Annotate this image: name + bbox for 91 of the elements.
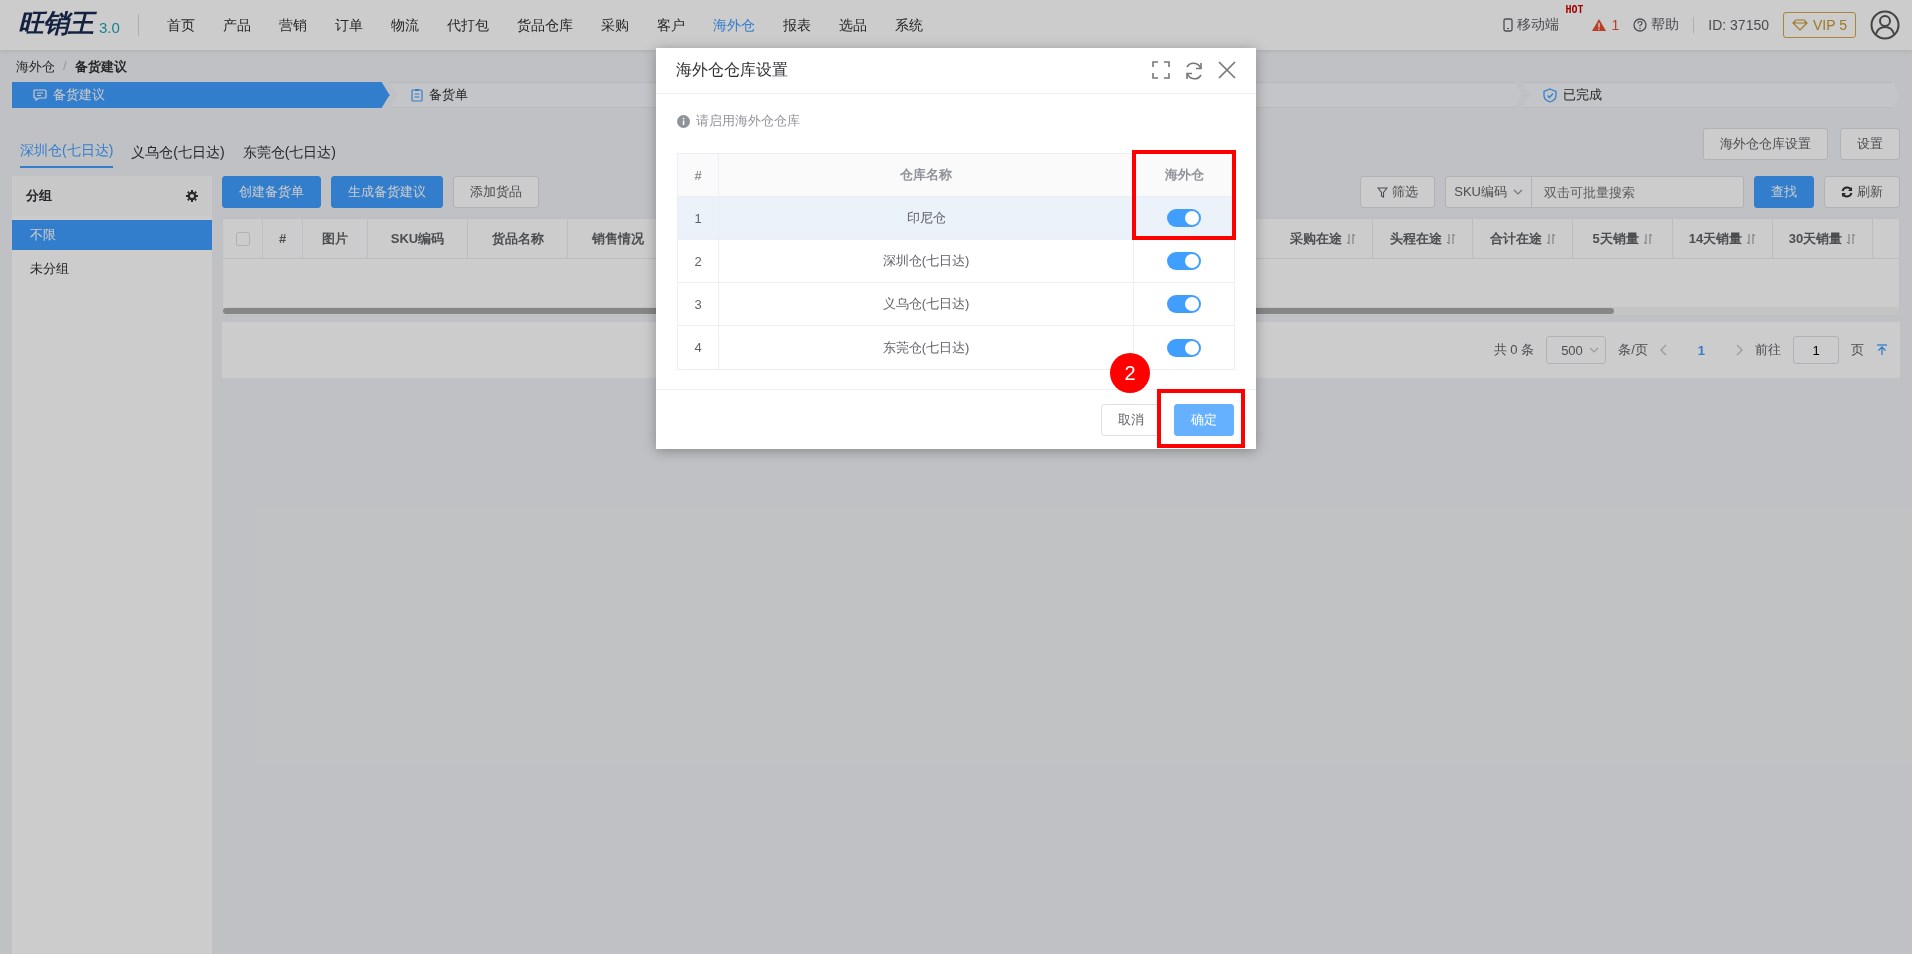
nav-item[interactable]: 货品仓库 — [502, 0, 587, 50]
page-size-select[interactable]: 500 — [1546, 336, 1607, 364]
nav-item[interactable]: 首页 — [152, 0, 209, 50]
breadcrumb-separator: / — [63, 58, 67, 75]
table-cell: 1 — [678, 197, 719, 239]
chevron-down-icon — [1589, 347, 1600, 353]
version-label: 3.0 — [99, 19, 120, 36]
warning-icon — [1591, 18, 1608, 32]
nav-item[interactable]: 物流 — [376, 0, 433, 50]
filter-button[interactable]: 筛选 — [1360, 176, 1436, 208]
nav-item[interactable]: 订单 — [320, 0, 377, 50]
header-button[interactable]: 设置 — [1840, 128, 1900, 160]
nav-item[interactable]: 产品 — [208, 0, 265, 50]
avatar-icon[interactable] — [1870, 10, 1900, 40]
checkbox[interactable] — [235, 231, 250, 246]
chevron-down-icon — [1513, 189, 1523, 195]
step[interactable]: 已完成 — [1522, 82, 1900, 108]
filter-icon — [1377, 186, 1389, 198]
column-header: 海外仓 — [1163, 166, 1205, 184]
mobile-link[interactable]: 移动端 — [1517, 16, 1560, 34]
sort-icon — [1545, 232, 1556, 245]
search-type-select[interactable]: SKU编码 — [1445, 176, 1532, 208]
help-link[interactable]: 帮助 — [1651, 16, 1680, 34]
table-cell: 印尼仓 — [719, 197, 1134, 239]
close-icon[interactable] — [1218, 60, 1236, 79]
column-header[interactable]: 14天销量 — [1673, 219, 1773, 258]
help-icon — [1633, 18, 1648, 32]
column-header: 仓库名称 — [719, 154, 1134, 196]
toggle-switch[interactable] — [1167, 295, 1201, 313]
header-button[interactable]: 海外仓仓库设置 — [1703, 128, 1828, 160]
search-field[interactable]: 双击可批量搜索 — [1532, 176, 1744, 208]
previous-page-icon[interactable] — [1659, 344, 1668, 356]
column-header[interactable]: 头程在途 — [1373, 219, 1473, 258]
column-header[interactable]: 合计在途 — [1473, 219, 1573, 258]
sort-icon — [1746, 232, 1757, 245]
nav-item[interactable]: 营销 — [264, 0, 321, 50]
phone-icon — [1503, 18, 1514, 32]
info-icon — [677, 114, 690, 128]
step-label: 备货单 — [428, 86, 468, 104]
breadcrumb-item[interactable]: 海外仓 — [16, 58, 55, 76]
sort-icon — [1445, 232, 1456, 245]
table-cell: 义乌仓(七日达) — [719, 283, 1134, 325]
refresh-icon — [1841, 186, 1853, 198]
alert-count[interactable]: 1 — [1611, 17, 1620, 33]
dialog-title: 海外仓仓库设置 — [676, 60, 788, 80]
total-count: 共 0 条 — [1493, 341, 1535, 359]
info-text: 请启用海外仓仓库 — [696, 112, 800, 130]
goto-label: 前往 — [1755, 341, 1781, 359]
hot-label: HOT — [1565, 4, 1584, 15]
toggle-switch[interactable] — [1167, 252, 1201, 270]
sort-icon — [1642, 232, 1653, 245]
next-page-icon[interactable] — [1735, 344, 1743, 356]
shield-check-icon — [1543, 87, 1558, 103]
page-label: 页 — [1851, 341, 1864, 359]
back-to-top-icon[interactable] — [1876, 344, 1888, 356]
breadcrumb-item: 备货建议 — [74, 58, 127, 76]
table-cell: 4 — [678, 326, 719, 369]
sort-icon — [1345, 232, 1356, 245]
fullscreen-icon[interactable] — [1152, 60, 1170, 79]
column-header: 图片 — [303, 219, 368, 258]
column-header: SKU编码 — [368, 219, 468, 258]
table-cell: 3 — [678, 283, 719, 325]
column-header: # — [678, 154, 719, 196]
diamond-icon — [1792, 19, 1808, 31]
warehouse-tab[interactable]: 东莞仓(七日达) — [242, 144, 336, 168]
column-header[interactable]: 5天销量 — [1573, 219, 1673, 258]
step-label: 已完成 — [1563, 86, 1603, 104]
column-header[interactable]: 采购在途 — [1273, 219, 1373, 258]
table-cell: 2 — [678, 240, 719, 282]
step-label: 备货建议 — [53, 86, 105, 104]
sort-icon — [1846, 232, 1857, 245]
user-id: ID: 37150 — [1693, 17, 1769, 33]
column-header[interactable]: 30天销量 — [1773, 219, 1873, 258]
sidebar-item[interactable]: 未分组 — [12, 254, 212, 284]
per-page-label: 条/页 — [1618, 341, 1648, 359]
refresh-button[interactable]: 刷新 — [1824, 176, 1900, 208]
refresh-icon[interactable] — [1184, 60, 1204, 81]
column-header: 货品名称 — [468, 219, 568, 258]
column-header: # — [263, 219, 303, 258]
toggle-switch[interactable] — [1167, 209, 1201, 227]
toggle-switch[interactable] — [1167, 338, 1201, 357]
sidebar-title: 分组 — [26, 187, 52, 205]
page-input[interactable]: 1 — [1793, 336, 1839, 364]
chat-icon — [33, 89, 47, 101]
clipboard-icon — [410, 88, 423, 102]
settings-icon[interactable] — [186, 190, 198, 202]
nav-item[interactable]: 代打包 — [432, 0, 503, 50]
table-cell: 深圳仓(七日达) — [719, 240, 1134, 282]
toolbar-button[interactable]: 添加货品 — [453, 176, 539, 208]
warehouse-tab[interactable]: 义乌仓(七日达) — [131, 144, 225, 168]
nav-item[interactable]: 采购 — [586, 0, 643, 50]
